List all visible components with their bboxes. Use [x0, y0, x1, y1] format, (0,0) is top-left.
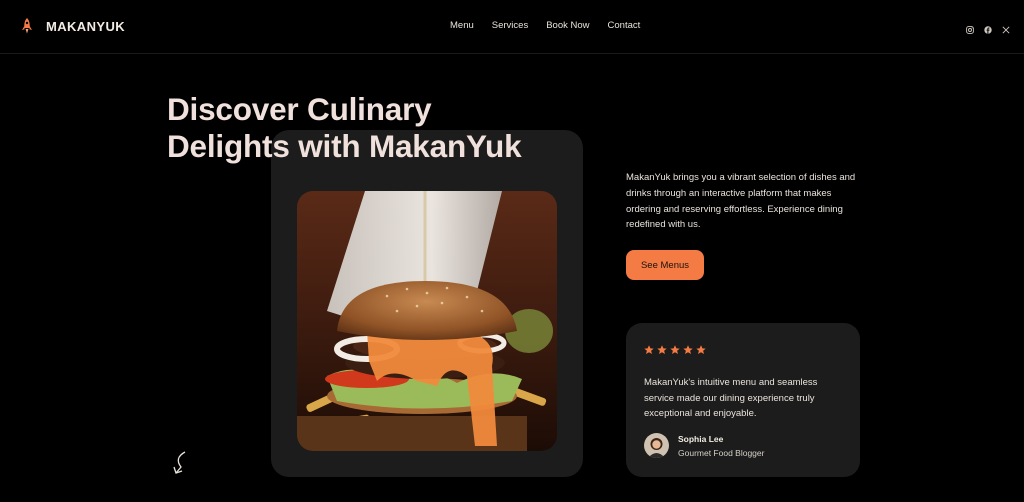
star-icon [657, 345, 667, 354]
main-nav: Menu Services Book Now Contact [450, 20, 640, 31]
testimonial-quote: MakanYuk's intuitive menu and seamless s… [644, 377, 818, 419]
nav-item-menu[interactable]: Menu [450, 20, 474, 31]
testimonial-author: Sophia Lee Gourmet Food Blogger [644, 433, 764, 458]
instagram-icon[interactable] [966, 21, 974, 34]
nav-item-services[interactable]: Services [492, 20, 528, 31]
author-role: Gourmet Food Blogger [678, 447, 765, 458]
logo[interactable]: MAKANYUK [20, 17, 125, 35]
brand-name: MAKANYUK [46, 18, 126, 34]
star-icon [696, 345, 706, 354]
hero-headline-line-1: Discover Culinary [167, 91, 432, 127]
burger-image [297, 191, 557, 451]
star-icon [644, 345, 654, 354]
nav-item-book-now[interactable]: Book Now [546, 20, 589, 31]
scroll-down-arrow-icon[interactable] [170, 450, 192, 476]
hero-headline: Discover Culinary Delights with MakanYuk [167, 91, 587, 165]
site-header: MAKANYUK Menu Services Book Now Contact [0, 0, 1024, 54]
hero-headline-line-2: Delights with MakanYuk [167, 128, 522, 164]
hero-description: MakanYuk brings you a vibrant selection … [626, 172, 856, 231]
star-icon [670, 345, 680, 354]
rocket-logo-icon [22, 18, 32, 34]
x-icon[interactable] [1002, 21, 1010, 34]
testimonial-card: MakanYuk's intuitive menu and seamless s… [626, 323, 860, 477]
social-links [966, 21, 1010, 34]
star-rating [644, 345, 706, 355]
avatar [644, 433, 669, 458]
facebook-icon[interactable] [984, 21, 992, 34]
author-name: Sophia Lee [678, 433, 724, 444]
star-icon [683, 345, 693, 354]
nav-item-contact[interactable]: Contact [608, 20, 641, 31]
see-menus-button[interactable]: See Menus [626, 250, 704, 280]
